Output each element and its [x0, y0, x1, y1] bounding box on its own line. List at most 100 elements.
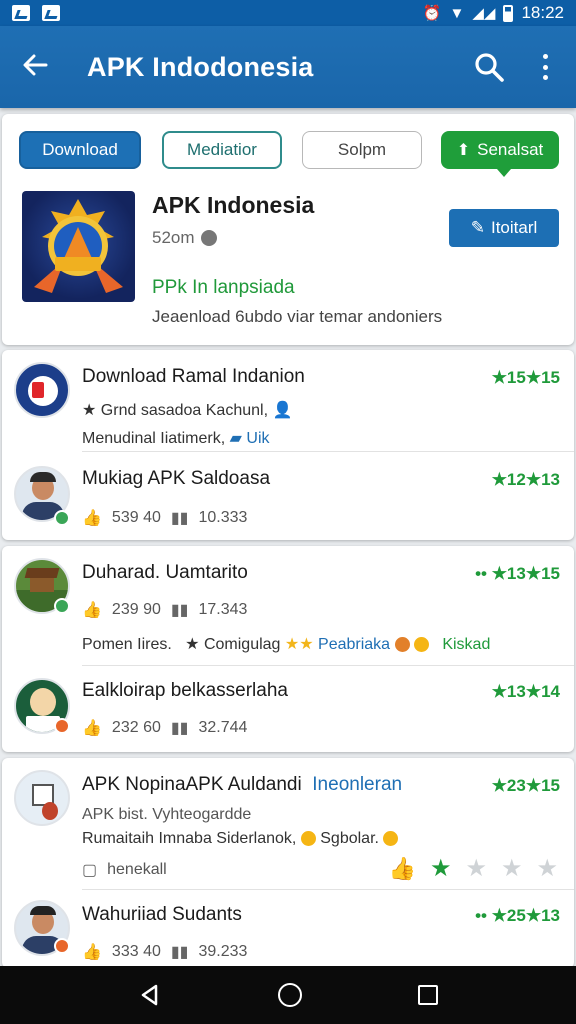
star-icon[interactable]: ★	[430, 854, 452, 883]
nav-recents-icon[interactable]	[418, 985, 438, 1005]
item-title: Download Ramal Indanion	[82, 366, 305, 387]
stars-gold-icon: ★★	[284, 636, 314, 653]
item-caption: Menudinal Iiatimerk, ▰ Uik	[82, 428, 270, 448]
downloads-count: 10.333	[198, 509, 248, 526]
list-item[interactable]: Download Ramal Indanion ★15★15 ★ Grnd sa…	[2, 350, 574, 450]
chip-mediator[interactable]: Mediatior	[162, 131, 282, 169]
item-title: Ealkloirap belkasserlaha	[82, 680, 288, 701]
avatar	[14, 362, 70, 418]
system-nav-bar	[0, 966, 576, 1024]
star-small-icon: ★	[82, 402, 97, 419]
item-tags: Pomen Iires. ★ Comigulag ★★ Peabriaka Ki…	[82, 634, 490, 654]
tag-text: Comigulag	[203, 636, 281, 653]
downloads-count: 39.233	[198, 943, 248, 960]
search-icon[interactable]	[472, 50, 506, 84]
item-rating: ★12★13	[491, 470, 560, 489]
item-subtitle: ★ Grnd sasadoa Kachunl, 👤	[82, 400, 292, 420]
back-arrow-icon[interactable]	[0, 50, 70, 84]
list-item[interactable]: Mukiag APK Saldoasa ★12★13 👍 539 40 ▮▮ 1…	[2, 452, 574, 540]
likes-count: 539 40	[111, 509, 161, 526]
item-caption: Rumaitaih Imnaba Siderlanok, Sgbolar.	[82, 830, 399, 848]
item-tag[interactable]: Ineonleran	[312, 774, 402, 795]
thumbs-up-icon: 👍	[82, 944, 102, 961]
edit-icon: ✎	[470, 218, 485, 237]
status-badge	[54, 510, 70, 526]
bookmark-icon: ▢	[82, 862, 98, 879]
bar-chart-icon: ▮▮	[170, 602, 189, 619]
image-notification-icon	[42, 5, 60, 21]
status-badge	[54, 598, 70, 614]
star-icon[interactable]: ★	[536, 854, 558, 883]
item-title-text: APK NopinaAPK Auldandi	[82, 774, 302, 795]
item-stats: 👍 239 90 ▮▮ 17.343	[82, 600, 247, 620]
item-rating: •• ★13★15	[475, 564, 560, 583]
status-time: 18:22	[521, 3, 564, 22]
signal-icon: ◢◢	[472, 4, 496, 22]
likes-count: 239 90	[111, 601, 161, 618]
app-logo	[22, 191, 135, 302]
item-caption-text-2: Sgbolar.	[320, 830, 379, 847]
app-size-text: 52om	[152, 228, 195, 247]
emoji-icon	[383, 831, 399, 847]
app-developer[interactable]: PPk In lanpsiada	[152, 277, 295, 299]
nav-back-icon[interactable]	[138, 983, 162, 1007]
install-button[interactable]: ✎ Itoitarl	[449, 209, 559, 247]
list-item[interactable]: Duharad. Uamtarito •• ★13★15 👍 239 90 ▮▮…	[2, 546, 574, 664]
pin-icon: ⬆	[456, 142, 471, 159]
tag-text: Pomen Iires.	[82, 636, 172, 653]
item-subtitle-text: Grnd sasadoa Kachunl,	[100, 402, 269, 419]
thumbs-up-icon[interactable]: 👍	[389, 856, 416, 882]
status-badge	[54, 938, 70, 954]
star-icon[interactable]: ★	[501, 854, 523, 883]
item-action-label: henekall	[107, 861, 167, 878]
list-item[interactable]: APK NopinaAPK Auldandi Ineonleran ★23★15…	[2, 758, 574, 888]
chip-senaleat[interactable]: ⬆ Senalsat	[441, 131, 559, 177]
more-options-icon[interactable]	[534, 50, 556, 84]
globe-icon	[200, 230, 217, 246]
gallery-notification-icon	[12, 5, 30, 21]
person-icon: 👤	[272, 402, 293, 419]
avatar	[14, 770, 70, 826]
app-name: APK Indonesia	[152, 192, 315, 218]
item-rating: •• ★25★13	[475, 906, 560, 925]
app-header-card: Download Mediatior Solpm ⬆ Senalsat APK …	[2, 114, 574, 345]
star-icon[interactable]: ★	[465, 854, 487, 883]
item-action[interactable]: ▢ henekall	[82, 860, 167, 880]
emoji-icon	[300, 831, 316, 847]
star-small-icon: ★	[185, 636, 200, 653]
chip-solpm[interactable]: Solpm	[302, 131, 422, 169]
item-caption-text: Menudinal Iiatimerk,	[82, 430, 226, 447]
item-stats: 👍 539 40 ▮▮ 10.333	[82, 508, 247, 528]
item-title: Mukiag APK Saldoasa	[82, 468, 271, 489]
chip-download[interactable]: Download	[19, 131, 141, 169]
tag-link[interactable]: Peabriaka	[318, 636, 390, 653]
alarm-icon: ⏰	[422, 4, 442, 22]
list-item[interactable]: Wahuriiad Sudants •• ★25★13 👍 333 40 ▮▮ …	[2, 890, 574, 968]
chip-senaleat-label: Senalsat	[477, 140, 544, 159]
list-card-c: APK NopinaAPK Auldandi Ineonleran ★23★15…	[2, 758, 574, 968]
item-rating: ★13★14	[491, 682, 560, 701]
likes-count: 232 60	[111, 719, 161, 736]
item-caption-tag[interactable]: Uik	[246, 430, 269, 447]
nav-home-icon[interactable]	[278, 983, 302, 1007]
bar-chart-icon: ▮▮	[170, 510, 189, 527]
downloads-count: 17.343	[198, 601, 248, 618]
item-caption-text: Rumaitaih Imnaba Siderlanok,	[82, 830, 297, 847]
item-rating: ★23★15	[491, 776, 560, 795]
item-subtitle: APK bist. Vyhteogardde	[82, 806, 252, 823]
emoji-icon	[413, 637, 429, 653]
list-item[interactable]: Ealkloirap belkasserlaha ★13★14 👍 232 60…	[2, 666, 574, 752]
app-bar: APK Indodonesia	[0, 26, 576, 108]
list-card-b: Duharad. Uamtarito •• ★13★15 👍 239 90 ▮▮…	[2, 546, 574, 752]
downloads-count: 32.744	[198, 719, 248, 736]
item-rating: ★15★15	[491, 368, 560, 387]
flag-icon: ▰	[229, 430, 242, 447]
app-size: 52om	[152, 228, 217, 248]
item-title: Wahuriiad Sudants	[82, 904, 242, 925]
battery-icon	[503, 4, 514, 22]
wifi-icon: ▼	[449, 4, 465, 22]
tag-text: Kiskad	[442, 636, 491, 653]
status-badge	[54, 718, 70, 734]
item-stats: 👍 333 40 ▮▮ 39.233	[82, 942, 247, 962]
rating-stars[interactable]: 👍 ★ ★ ★ ★	[389, 854, 558, 883]
